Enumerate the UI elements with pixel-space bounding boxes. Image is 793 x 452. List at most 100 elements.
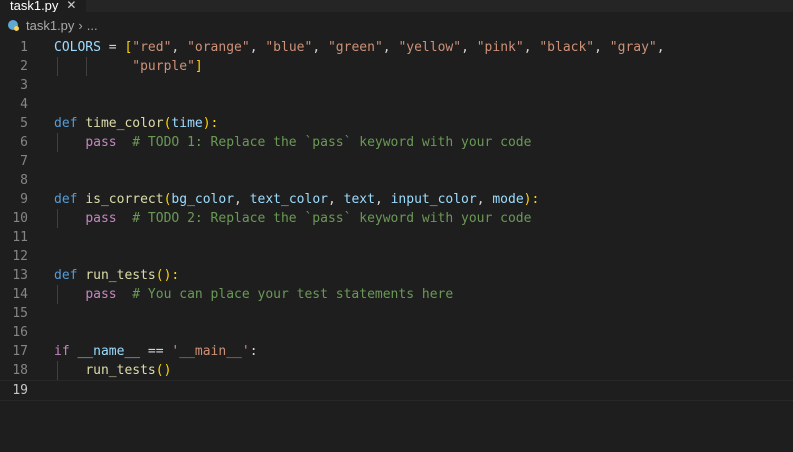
- code-token: bg_color: [171, 192, 235, 207]
- code-line[interactable]: 2 "purple"]: [0, 57, 793, 76]
- code-token: "gray": [609, 40, 657, 55]
- code-token: is_correct: [85, 192, 164, 207]
- code-token: (): [155, 363, 172, 378]
- code-token: ):: [202, 116, 219, 131]
- code-token: # TODO 1: Replace the `pass` keyword wit…: [116, 135, 532, 150]
- code-line[interactable]: 18 run_tests(): [0, 361, 793, 380]
- code-token: def: [54, 116, 86, 131]
- code-line[interactable]: 15: [0, 304, 793, 323]
- line-number: 19: [12, 383, 28, 398]
- code-text: run_tests(): [54, 361, 171, 380]
- line-number: 15: [12, 306, 28, 321]
- line-number: 13: [12, 268, 28, 283]
- code-text: def is_correct(bg_color, text_color, tex…: [54, 190, 539, 209]
- code-token: ,: [382, 40, 399, 55]
- code-line[interactable]: 8: [0, 171, 793, 190]
- line-number: 5: [20, 116, 28, 131]
- code-line[interactable]: 16: [0, 323, 793, 342]
- tab-bar: task1.py ✕: [0, 0, 793, 12]
- breadcrumb-file[interactable]: task1.py: [26, 18, 74, 33]
- code-token: ,: [523, 40, 540, 55]
- code-token: '__main__': [171, 344, 250, 359]
- code-token: mode: [492, 192, 524, 207]
- code-token: ,: [249, 40, 266, 55]
- line-number: 17: [12, 344, 28, 359]
- code-line[interactable]: 10 pass # TODO 2: Replace the `pass` key…: [0, 209, 793, 228]
- line-number: 1: [20, 40, 28, 55]
- code-line[interactable]: 17 if __name__ == '__main__':: [0, 342, 793, 361]
- code-token: pass: [85, 135, 117, 150]
- code-line[interactable]: 6 pass # TODO 1: Replace the `pass` keyw…: [0, 133, 793, 152]
- code-line[interactable]: 13 def run_tests():: [0, 266, 793, 285]
- code-token: ,: [461, 40, 477, 55]
- code-token: ==: [140, 344, 172, 359]
- close-icon[interactable]: ✕: [66, 0, 76, 12]
- line-number: 16: [12, 325, 28, 340]
- breadcrumb: task1.py › ...: [0, 14, 793, 36]
- code-token: "purple": [132, 59, 195, 74]
- code-token: "yellow": [398, 40, 462, 55]
- code-line[interactable]: 4: [0, 95, 793, 114]
- indent-guide: [57, 133, 58, 152]
- code-editor[interactable]: 1 COLORS = ["red", "orange", "blue", "gre…: [0, 38, 793, 452]
- line-number: 3: [20, 78, 28, 93]
- code-line[interactable]: 12: [0, 247, 793, 266]
- code-token: run_tests: [85, 363, 156, 378]
- code-token: time_color: [85, 116, 164, 131]
- code-token: ,: [594, 40, 610, 55]
- code-token: # TODO 2: Replace the `pass` keyword wit…: [116, 211, 532, 226]
- code-text: COLORS = ["red", "orange", "blue", "gree…: [54, 38, 665, 57]
- code-token: text_color: [249, 192, 328, 207]
- code-line[interactable]: 5 def time_color(time):: [0, 114, 793, 133]
- code-line[interactable]: 3: [0, 76, 793, 95]
- code-token: ():: [155, 268, 180, 283]
- code-token: "green": [327, 40, 383, 55]
- code-token: time: [171, 116, 203, 131]
- code-line[interactable]: 7: [0, 152, 793, 171]
- code-token: input_color: [390, 192, 477, 207]
- code-token: ):: [523, 192, 540, 207]
- chevron-right-icon: ›: [78, 17, 83, 33]
- code-text: pass # TODO 1: Replace the `pass` keywor…: [54, 133, 531, 152]
- code-token: ]: [194, 59, 203, 74]
- line-number: 8: [20, 173, 28, 188]
- line-number: 11: [12, 230, 28, 245]
- code-text: "purple"]: [54, 57, 203, 76]
- code-token: if: [54, 344, 78, 359]
- code-token: COLORS: [54, 40, 101, 55]
- code-token: "red": [132, 40, 172, 55]
- code-line[interactable]: 19: [0, 380, 793, 401]
- code-token: def: [54, 192, 86, 207]
- code-line[interactable]: 1 COLORS = ["red", "orange", "blue", "gre…: [0, 38, 793, 57]
- tab-task1-py[interactable]: task1.py ✕: [0, 0, 87, 12]
- code-token: "black": [539, 40, 595, 55]
- code-line[interactable]: 11: [0, 228, 793, 247]
- code-token: "orange": [187, 40, 250, 55]
- line-number: 10: [12, 211, 28, 226]
- code-token: __name__: [77, 344, 141, 359]
- indent-guide: [57, 361, 58, 380]
- code-token: pass: [85, 287, 117, 302]
- python-file-icon: [8, 20, 19, 31]
- tab-label: task1.py: [10, 0, 59, 12]
- line-number: 14: [12, 287, 28, 302]
- code-token: "pink": [476, 40, 524, 55]
- code-text: def time_color(time):: [54, 114, 218, 133]
- indent-guide: [57, 285, 58, 304]
- line-number: 18: [12, 363, 28, 378]
- indent-guide: [86, 57, 87, 76]
- code-text: pass # You can place your test statement…: [54, 285, 453, 304]
- line-number: 4: [20, 97, 28, 112]
- code-token: pass: [85, 211, 117, 226]
- code-token: text: [343, 192, 375, 207]
- code-token: :: [249, 344, 258, 359]
- code-line[interactable]: 14 pass # You can place your test statem…: [0, 285, 793, 304]
- breadcrumb-symbols[interactable]: ...: [87, 18, 98, 33]
- code-line[interactable]: 9 def is_correct(bg_color, text_color, te…: [0, 190, 793, 209]
- code-token: ,: [476, 192, 493, 207]
